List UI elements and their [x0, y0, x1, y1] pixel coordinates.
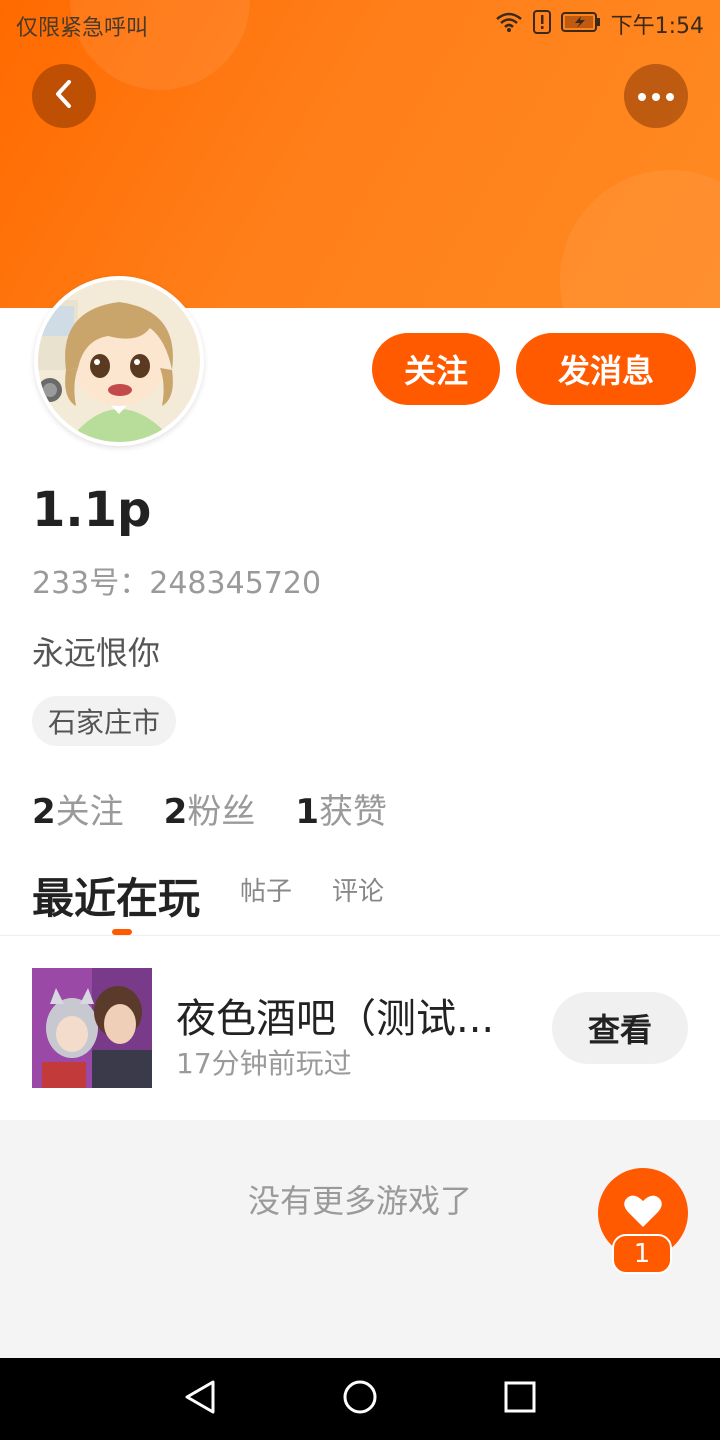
location-tag: 石家庄市: [32, 696, 177, 746]
username: 1.1p: [32, 482, 152, 538]
view-game-button[interactable]: 查看: [552, 992, 688, 1064]
user-id: 233号：248345720: [32, 566, 322, 601]
like-count-badge: 1: [612, 1234, 672, 1274]
recents-square-icon: [504, 1381, 536, 1417]
heart-icon: [623, 1193, 663, 1233]
home-circle-icon: [342, 1379, 378, 1419]
clock-text: 下午1:54: [610, 14, 704, 39]
status-bar: 仅限紧急呼叫 下午1:54: [0, 0, 720, 48]
battery-icon: [560, 11, 601, 37]
game-list-item[interactable]: 夜色酒吧（测试... 17分钟前玩过 查看: [0, 936, 720, 1120]
banner-decoration: [560, 170, 720, 308]
followers-count: 2: [163, 792, 188, 832]
more-options-button[interactable]: [624, 64, 688, 128]
nav-back-button[interactable]: [177, 1376, 223, 1422]
status-icons: 下午1:54: [495, 8, 704, 40]
tab-posts[interactable]: 帖子: [240, 871, 292, 926]
likes-label: 获赞: [319, 792, 388, 832]
wifi-icon: [495, 11, 523, 37]
following-label: 关注: [55, 792, 124, 832]
tab-comments[interactable]: 评论: [332, 871, 384, 926]
likes-stat[interactable]: 1获赞: [295, 784, 387, 833]
avatar-image: [38, 280, 200, 442]
location-label: 石家庄市: [48, 706, 161, 739]
carrier-status-text: 仅限紧急呼叫: [16, 16, 149, 41]
game-thumbnail: [32, 968, 152, 1088]
user-bio: 永远恨你: [32, 634, 161, 672]
nav-home-button[interactable]: [337, 1376, 383, 1422]
followers-label: 粉丝: [187, 792, 256, 832]
profile-stats: 2关注 2粉丝 1获赞: [32, 784, 387, 833]
system-navigation-bar: [0, 1358, 720, 1440]
more-dots-icon: [636, 87, 676, 106]
following-count: 2: [32, 792, 56, 832]
following-stat[interactable]: 2关注: [32, 784, 124, 833]
profile-header-banner: 仅限紧急呼叫 下午1:54: [0, 0, 720, 308]
likes-count: 1: [295, 792, 320, 832]
last-played-time: 17分钟前玩过: [176, 1047, 352, 1080]
follow-button[interactable]: 关注: [372, 333, 500, 405]
send-message-button[interactable]: 发消息: [516, 333, 696, 405]
tab-recent-games[interactable]: 最近在玩: [32, 865, 200, 926]
chevron-left-icon: [52, 78, 76, 114]
alert-icon: [532, 10, 551, 38]
back-triangle-icon: [183, 1379, 217, 1419]
nav-recents-button[interactable]: [497, 1376, 543, 1422]
avatar[interactable]: [34, 276, 204, 446]
profile-tabs: 最近在玩 帖子 评论: [32, 866, 384, 926]
followers-stat[interactable]: 2粉丝: [164, 784, 256, 833]
back-button[interactable]: [32, 64, 96, 128]
game-title: 夜色酒吧（测试...: [176, 996, 495, 1042]
